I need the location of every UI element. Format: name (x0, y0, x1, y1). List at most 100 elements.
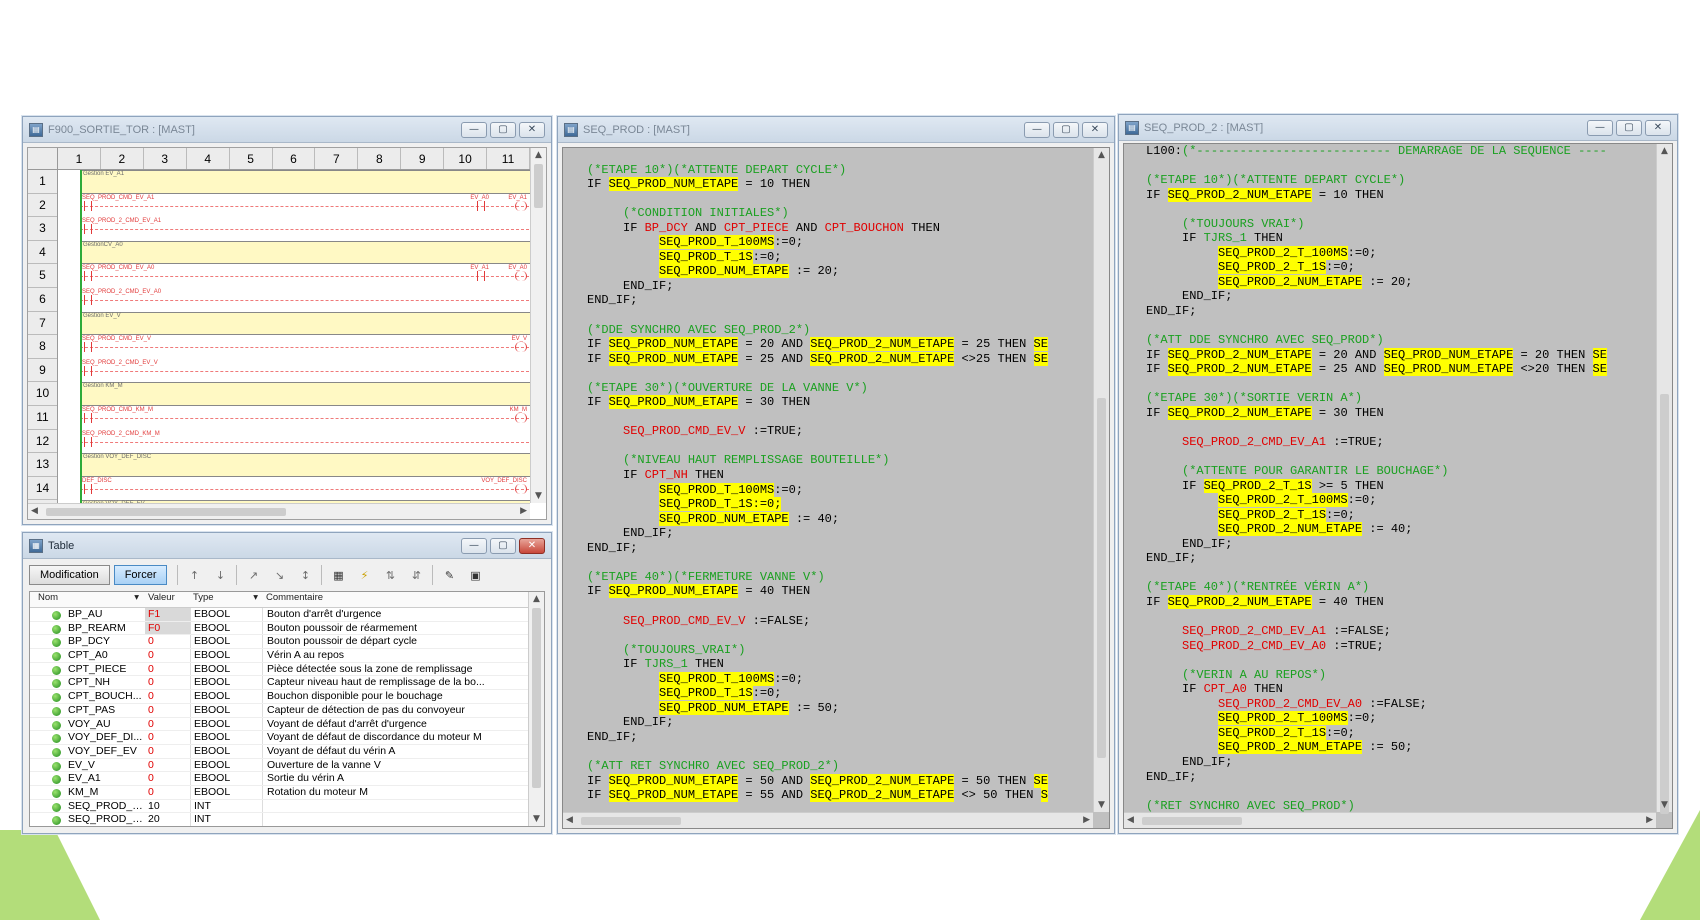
unforce-icon[interactable]: ↕ (295, 566, 315, 584)
seq-prod-2-code[interactable]: L100:(*--------------------------- DEMAR… (1124, 144, 1656, 812)
scroll-down-arrow-icon[interactable]: ▼ (1661, 800, 1668, 810)
scroll-down-arrow-icon[interactable]: ▼ (535, 491, 542, 501)
header-type[interactable]: Type ▾ (190, 592, 262, 607)
variable-value[interactable]: 0 (145, 676, 190, 689)
minimize-button[interactable]: — (1587, 119, 1613, 136)
table-row[interactable]: VOY_AU 0 EBOOL Voyant de défaut d'arrêt d'u… (30, 717, 544, 732)
rung-logic[interactable]: SEQ_PROD_CMD_KM_M KM_M (80, 406, 530, 430)
variable-name-cell[interactable]: CPT_A0 (30, 649, 145, 662)
rung-comment[interactable]: Gestion EV_V (80, 311, 530, 336)
save-icon[interactable]: ▣ (465, 566, 485, 584)
table-row[interactable]: EV_A1 0 EBOOL Sortie du vérin A (30, 772, 544, 786)
table-row[interactable]: CPT_PAS 0 EBOOL Capteur de détection de pas… (30, 703, 544, 718)
seq-prod-2-editor[interactable]: L100:(*--------------------------- DEMAR… (1123, 143, 1673, 829)
variable-value[interactable]: 0 (145, 718, 190, 731)
close-button[interactable]: ✕ (519, 537, 545, 554)
rung-logic[interactable]: SEQ_PROD_2_CMD_EV_A0 (80, 288, 530, 312)
scroll-up-arrow-icon[interactable]: ▲ (1661, 146, 1668, 156)
hscroll-thumb[interactable] (46, 508, 286, 516)
variable-name-cell[interactable]: VOY_AU (30, 718, 145, 731)
set-rising-icon[interactable]: ↗ (243, 566, 263, 584)
rung-logic[interactable]: SEQ_PROD_2_CMD_EV_A1 (80, 217, 530, 241)
contact-symbol-icon[interactable] (84, 200, 92, 211)
type-dropdown-icon[interactable]: ▾ (253, 592, 258, 603)
ladder-window[interactable]: ▤ F900_SORTIE_TOR : [MAST] — ▢ ✕ 1234567… (22, 116, 552, 525)
force-all-icon[interactable]: ⇅ (380, 566, 400, 584)
force-rising-icon[interactable]: ↑ (184, 566, 204, 584)
table-row[interactable]: BP_DCY 0 EBOOL Bouton poussoir de départ cy… (30, 635, 544, 650)
table-row[interactable]: CPT_NH 0 EBOOL Capteur niveau haut de rempl… (30, 676, 544, 691)
scroll-up-arrow-icon[interactable]: ▲ (533, 594, 540, 604)
seq-prod-2-vertical-scrollbar[interactable]: ▲ ▼ (1656, 144, 1672, 814)
contact-symbol-icon[interactable] (84, 436, 92, 447)
table-titlebar[interactable]: ▦ Table — ▢ ✕ (23, 533, 551, 559)
ladder-horizontal-scrollbar[interactable]: ◀ ▶ (28, 503, 530, 519)
seq-prod-2-horizontal-scrollbar[interactable]: ◀ ▶ (1124, 812, 1656, 828)
lightning-icon[interactable]: ⚡ (354, 566, 374, 584)
seq-prod-vertical-scrollbar[interactable]: ▲ ▼ (1093, 148, 1109, 812)
table-row[interactable]: EV_V 0 EBOOL Ouverture de la vanne V (30, 758, 544, 773)
ladder-titlebar[interactable]: ▤ F900_SORTIE_TOR : [MAST] — ▢ ✕ (23, 117, 551, 143)
scroll-thumb[interactable] (534, 164, 543, 208)
variable-name-cell[interactable]: CPT_PIECE (30, 663, 145, 676)
forcer-button[interactable]: Forcer (113, 565, 168, 585)
variable-value[interactable]: 0 (145, 772, 190, 785)
contact-symbol-icon[interactable] (84, 342, 92, 353)
variable-value[interactable]: 0 (145, 704, 190, 717)
maximize-button[interactable]: ▢ (490, 121, 516, 138)
ladder-editor[interactable]: 1 2 3 4 5 6 7 8 9 10 11 1 2 3 4 5 6 7 8 9 10 11 12 13 14 Gestio… (27, 147, 547, 520)
contact-symbol-icon[interactable] (84, 413, 92, 423)
variable-value[interactable]: 20 (145, 813, 190, 826)
unforce-all-icon[interactable]: ⇵ (406, 566, 426, 584)
variable-name-cell[interactable]: CPT_NH (30, 676, 145, 689)
seq-prod-titlebar[interactable]: ▤ SEQ_PROD : [MAST] — ▢ ✕ (558, 117, 1114, 143)
table-row[interactable]: SEQ_PROD_2_... 20 INT (30, 813, 544, 826)
table-row[interactable]: VOY_DEF_DI... 0 EBOOL Voyant de défaut de d… (30, 731, 544, 745)
scroll-left-arrow-icon[interactable]: ◀ (1127, 815, 1134, 825)
contact-symbol-icon[interactable] (84, 365, 92, 376)
modification-button[interactable]: Modification (29, 565, 110, 585)
minimize-button[interactable]: — (461, 121, 487, 138)
scroll-left-arrow-icon[interactable]: ◀ (31, 506, 38, 516)
variable-value[interactable]: F0 (145, 621, 190, 635)
variable-name-cell[interactable]: BP_REARM (30, 622, 145, 635)
contact-symbol-icon[interactable] (84, 224, 92, 235)
variable-name-cell[interactable]: EV_A1 (30, 772, 145, 785)
variable-name-cell[interactable]: CPT_BOUCH... (30, 690, 145, 703)
table-row[interactable]: BP_REARM F0 EBOOL Bouton poussoir de réarme… (30, 621, 544, 636)
variable-value[interactable]: 0 (145, 649, 190, 662)
variable-name-cell[interactable]: BP_AU (30, 608, 145, 621)
variable-value[interactable]: 0 (145, 759, 190, 772)
contact-symbol-icon[interactable] (84, 295, 92, 305)
seq-prod-horizontal-scrollbar[interactable]: ◀ ▶ (563, 812, 1093, 828)
table-row[interactable]: CPT_BOUCH... 0 EBOOL Bouchon disponible pou… (30, 690, 544, 704)
edit-icon[interactable]: ✎ (439, 566, 459, 584)
coil-symbol-icon[interactable] (515, 413, 527, 423)
seq-prod-editor[interactable]: (*ETAPE 10*)(*ATTENTE DEPART CYCLE*) IF S… (562, 147, 1110, 829)
hscroll-thumb[interactable] (581, 817, 681, 825)
variable-name-cell[interactable]: KM_M (30, 786, 145, 799)
variable-table[interactable]: Nom ▾ Valeur Type ▾ Commentaire BP_AU F1 E… (29, 591, 545, 827)
hscroll-thumb[interactable] (1142, 817, 1242, 825)
rung-logic[interactable]: DEF_DISC VOY_DEF_DISC (80, 477, 530, 501)
seq-prod-window[interactable]: ▤ SEQ_PROD : [MAST] — ▢ ✕ (*ETAPE 10*)(*… (557, 116, 1115, 834)
seq-prod-2-window[interactable]: ▤ SEQ_PROD_2 : [MAST] — ▢ ✕ L100:(*-----… (1118, 114, 1678, 834)
seq-prod-2-titlebar[interactable]: ▤ SEQ_PROD_2 : [MAST] — ▢ ✕ (1119, 115, 1677, 141)
coil-symbol-icon[interactable] (515, 342, 527, 353)
rung-comment[interactable]: Gestion KM_M (80, 382, 530, 406)
force-falling-icon[interactable]: ↓ (210, 566, 230, 584)
variable-name-cell[interactable]: BP_DCY (30, 635, 145, 648)
rung-comment[interactable]: Gestion VOY_DEF_DISC (80, 453, 530, 477)
minimize-button[interactable]: — (1024, 121, 1050, 138)
scroll-down-arrow-icon[interactable]: ▼ (1098, 800, 1105, 810)
header-commentaire[interactable]: Commentaire (262, 592, 544, 607)
scroll-right-arrow-icon[interactable]: ▶ (520, 506, 527, 516)
table-row[interactable]: BP_AU F1 EBOOL Bouton d'arrêt d'urgence (30, 608, 544, 622)
contact-symbol-icon[interactable] (84, 271, 92, 282)
variable-name-cell[interactable]: SEQ_PROD_NU... (30, 800, 145, 813)
scroll-right-arrow-icon[interactable]: ▶ (1646, 815, 1653, 825)
rung-logic[interactable]: SEQ_PROD_CMD_EV_A1 EV_A1 EV_A0 (80, 194, 530, 218)
contact-symbol-icon[interactable] (84, 483, 92, 494)
header-nom[interactable]: Nom ▾ (30, 592, 145, 607)
table-vertical-scrollbar[interactable]: ▲ ▼ (528, 592, 544, 826)
